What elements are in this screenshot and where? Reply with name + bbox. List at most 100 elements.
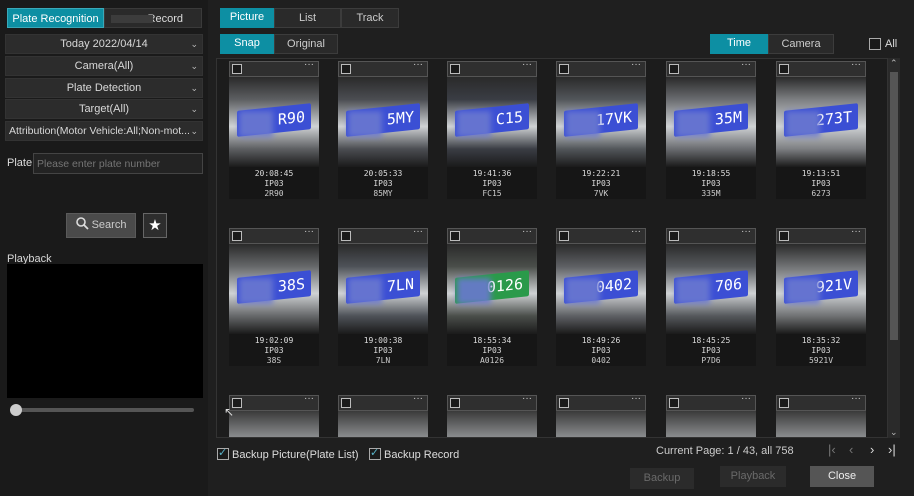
snapshot-card[interactable]: ··· 7LN 19:00:38 IP03 7LN (338, 226, 428, 366)
scroll-thumb[interactable] (890, 72, 898, 340)
more-icon[interactable]: ··· (304, 226, 314, 237)
card-checkbox[interactable] (450, 231, 460, 241)
playback-button[interactable]: Playback (720, 466, 786, 487)
tab-track[interactable]: Track (341, 8, 399, 28)
more-icon[interactable]: ··· (631, 393, 641, 404)
card-checkbox[interactable] (779, 398, 789, 408)
snapshot-image[interactable]: 35M (666, 77, 756, 167)
close-button[interactable]: Close (810, 466, 874, 487)
more-icon[interactable]: ··· (851, 59, 861, 70)
target-dropdown[interactable]: Target(All) ⌄ (5, 99, 203, 119)
snapshot-card[interactable]: ··· 0126 18:55:34 IP03 A0126 (447, 226, 537, 366)
more-icon[interactable]: ··· (304, 393, 314, 404)
card-checkbox[interactable] (779, 64, 789, 74)
snapshot-card[interactable]: ··· C15 19:41:36 IP03 FC15 (447, 59, 537, 199)
snapshot-card-partial[interactable]: ··· (666, 393, 756, 437)
snapshot-card-partial[interactable]: ··· (338, 393, 428, 437)
card-checkbox[interactable] (341, 231, 351, 241)
tab-snap[interactable]: Snap (220, 34, 274, 54)
card-checkbox[interactable] (559, 231, 569, 241)
card-checkbox[interactable] (669, 398, 679, 408)
more-icon[interactable]: ··· (741, 393, 751, 404)
card-checkbox[interactable] (669, 231, 679, 241)
tab-record[interactable]: Record (104, 8, 202, 28)
playback-slider-track[interactable] (12, 408, 194, 412)
more-icon[interactable]: ··· (413, 226, 423, 237)
date-dropdown[interactable]: Today 2022/04/14 ⌄ (5, 34, 203, 54)
snapshot-image[interactable]: R90 (229, 77, 319, 167)
search-button[interactable]: Search (66, 213, 136, 238)
snapshot-image[interactable]: 706 (666, 244, 756, 334)
detection-dropdown[interactable]: Plate Detection ⌄ (5, 78, 203, 98)
more-icon[interactable]: ··· (741, 226, 751, 237)
tab-plate-recognition[interactable]: Plate Recognition (7, 8, 104, 28)
card-checkbox[interactable] (232, 64, 242, 74)
next-page-icon[interactable]: › (870, 442, 874, 457)
card-checkbox[interactable] (232, 231, 242, 241)
snapshot-card-partial[interactable]: ··· (776, 393, 866, 437)
snapshot-image[interactable]: 5MY (338, 77, 428, 167)
sort-time[interactable]: Time (710, 34, 768, 54)
select-all-checkbox[interactable] (869, 38, 881, 50)
snapshot-card[interactable]: ··· 17VK 19:22:21 IP03 7VK (556, 59, 646, 199)
more-icon[interactable]: ··· (741, 59, 751, 70)
last-page-icon[interactable]: ›| (888, 442, 896, 457)
snapshot-card[interactable]: ··· 35M 19:18:55 IP03 335M (666, 59, 756, 199)
snapshot-card-partial[interactable]: ··· (447, 393, 537, 437)
more-icon[interactable]: ··· (522, 59, 532, 70)
first-page-icon[interactable]: |‹ (828, 442, 836, 457)
more-icon[interactable]: ··· (851, 393, 861, 404)
snapshot-card[interactable]: ··· 706 18:45:25 IP03 P7D6 (666, 226, 756, 366)
snapshot-card-partial[interactable]: ··· (229, 393, 319, 437)
scroll-up-icon[interactable]: ⌃ (890, 58, 898, 69)
tab-picture[interactable]: Picture (220, 8, 274, 28)
favorite-button[interactable]: ★ (143, 213, 167, 238)
card-checkbox[interactable] (779, 231, 789, 241)
playback-slider-handle[interactable] (10, 404, 22, 416)
sort-camera[interactable]: Camera (768, 34, 834, 54)
card-checkbox[interactable] (341, 64, 351, 74)
snapshot-card[interactable]: ··· 273T 19:13:51 IP03 6273 (776, 59, 866, 199)
backup-record-checkbox[interactable] (369, 446, 381, 460)
snapshot-card[interactable]: ··· R90 20:08:45 IP03 2R90 (229, 59, 319, 199)
snapshot-image[interactable]: 7LN (338, 244, 428, 334)
more-icon[interactable]: ··· (413, 59, 423, 70)
snapshot-card[interactable]: ··· 5MY 20:05:33 IP03 85MY (338, 59, 428, 199)
snapshot-image[interactable]: 0126 (447, 244, 537, 334)
card-checkbox[interactable] (341, 398, 351, 408)
snapshot-card[interactable]: ··· 38S 19:02:09 IP03 38S (229, 226, 319, 366)
snapshot-image[interactable]: 273T (776, 77, 866, 167)
card-checkbox[interactable] (450, 64, 460, 74)
snapshot-image[interactable]: 17VK (556, 77, 646, 167)
scroll-down-icon[interactable]: ⌄ (890, 427, 898, 438)
more-icon[interactable]: ··· (304, 59, 314, 70)
camera-dropdown[interactable]: Camera(All) ⌄ (5, 56, 203, 76)
snapshot-image[interactable]: C15 (447, 77, 537, 167)
more-icon[interactable]: ··· (851, 226, 861, 237)
more-icon[interactable]: ··· (522, 393, 532, 404)
more-icon[interactable]: ··· (631, 59, 641, 70)
snapshot-image[interactable]: 921V (776, 244, 866, 334)
card-checkbox[interactable] (559, 398, 569, 408)
snapshot-image[interactable]: 0402 (556, 244, 646, 334)
page-info: Current Page: 1 / 43, all 758 (656, 445, 794, 457)
card-checkbox[interactable] (669, 64, 679, 74)
attribution-dropdown[interactable]: Attribution(Motor Vehicle:All;Non-mot...… (5, 121, 203, 141)
tab-list[interactable]: List (274, 8, 341, 28)
plate-input[interactable] (33, 153, 203, 174)
backup-picture-checkbox[interactable] (217, 446, 229, 460)
snapshot-card[interactable]: ··· 0402 18:49:26 IP03 0402 (556, 226, 646, 366)
snapshot-image[interactable]: 38S (229, 244, 319, 334)
tab-original[interactable]: Original (274, 34, 338, 54)
backup-button[interactable]: Backup (630, 468, 694, 489)
snapshot-card[interactable]: ··· 921V 18:35:32 IP03 5921V (776, 226, 866, 366)
more-icon[interactable]: ··· (522, 226, 532, 237)
card-checkbox[interactable] (559, 64, 569, 74)
snapshot-card-partial[interactable]: ··· (556, 393, 646, 437)
more-icon[interactable]: ··· (631, 226, 641, 237)
more-icon[interactable]: ··· (413, 393, 423, 404)
card-checkbox[interactable] (450, 398, 460, 408)
prev-page-icon[interactable]: ‹ (849, 442, 853, 457)
snapshot-image (338, 411, 428, 437)
card-plate: 6273 (811, 189, 831, 198)
